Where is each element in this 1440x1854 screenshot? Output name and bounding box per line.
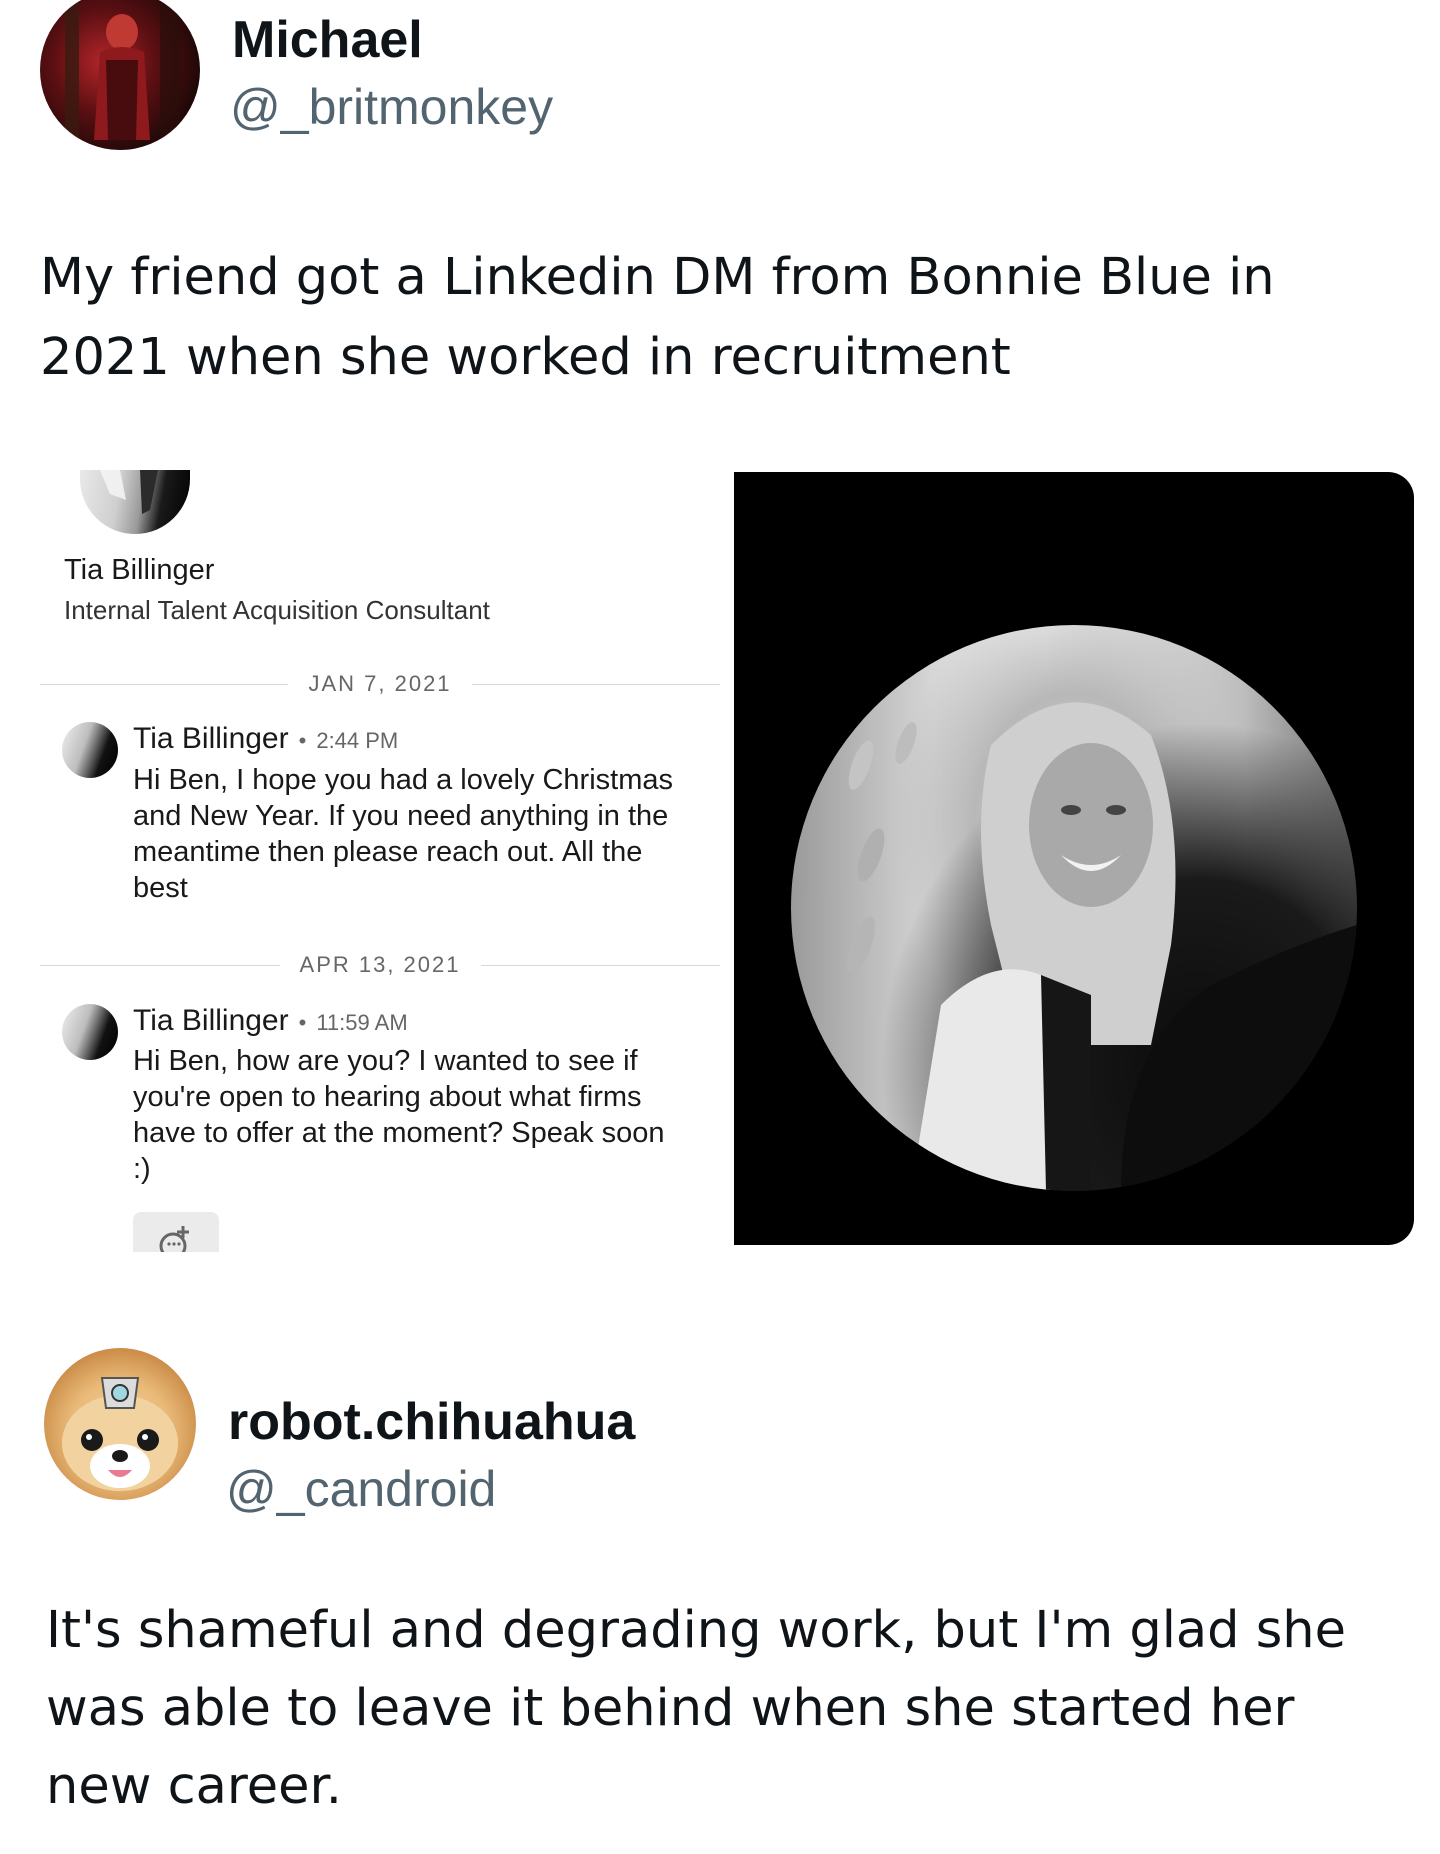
sender-avatar[interactable] <box>62 722 118 778</box>
profile-headline: Internal Talent Acquisition Consultant <box>64 595 490 625</box>
sender-name[interactable]: Tia Billinger <box>133 722 289 756</box>
michael-avatar[interactable] <box>40 0 200 150</box>
divider <box>40 683 289 685</box>
author-name[interactable]: robot.chihuahua <box>228 1392 635 1452</box>
divider <box>471 683 721 685</box>
reply-text: It's shameful and degrading work, but I'… <box>46 1601 1347 1816</box>
divider <box>40 964 280 966</box>
tweet-text: My friend got a Linkedin DM from Bonnie … <box>40 248 1275 387</box>
add-reaction-icon <box>159 1226 189 1252</box>
message-time: 2:44 PM <box>316 728 399 753</box>
sender-name[interactable]: Tia Billinger <box>133 1004 289 1038</box>
date-separator: JAN 7, 2021 <box>40 669 721 699</box>
add-reaction-button[interactable] <box>133 1212 219 1252</box>
message-body: Hi Ben, how are you? I wanted to see if … <box>133 1045 665 1185</box>
message-header: Tia Billinger • 2:44 PM <box>133 722 398 756</box>
message-date: JAN 7, 2021 <box>308 671 452 696</box>
message-date: APR 13, 2021 <box>299 952 461 977</box>
message-time: 11:59 AM <box>316 1010 408 1035</box>
profile-name[interactable]: Tia Billinger <box>64 554 214 587</box>
author-handle[interactable]: @_candroid <box>226 1460 496 1518</box>
profile-photo[interactable] <box>791 625 1357 1191</box>
author-handle[interactable]: @_britmonkey <box>230 78 553 136</box>
message-header: Tia Billinger • 11:59 AM <box>133 1004 408 1038</box>
robot-chihuahua-avatar[interactable] <box>44 1348 196 1500</box>
author-name[interactable]: Michael <box>232 10 423 70</box>
message-body: Hi Ben, I hope you had a lovely Christma… <box>133 764 673 904</box>
divider <box>480 964 721 966</box>
separator-dot: • <box>298 728 307 753</box>
sender-avatar[interactable] <box>62 1004 118 1060</box>
separator-dot: • <box>298 1010 307 1035</box>
date-separator: APR 13, 2021 <box>40 950 721 980</box>
